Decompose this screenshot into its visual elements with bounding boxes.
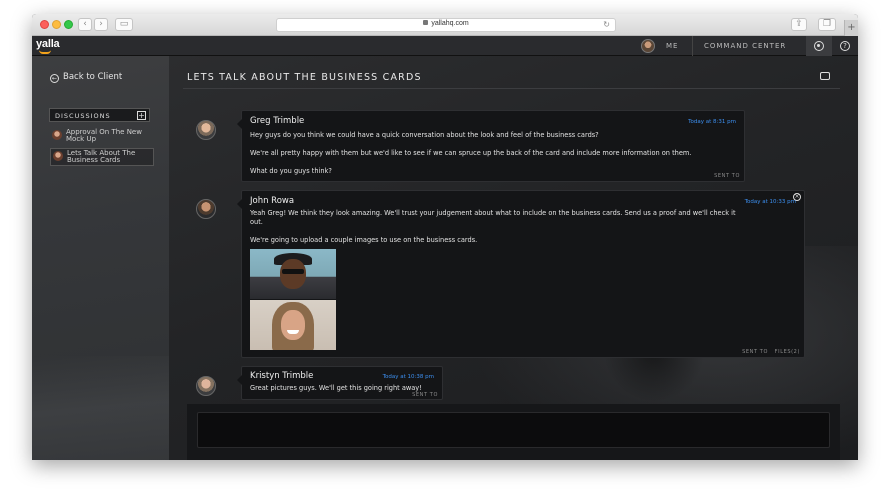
message-text: Yeah Greg! We think they look amazing. W… <box>250 209 736 217</box>
back-to-client-link[interactable]: ← Back to Client <box>50 72 122 83</box>
sidebar-toggle-icon[interactable]: ▭ <box>115 18 133 31</box>
yalla-logo[interactable]: yalla <box>36 38 60 50</box>
avatar[interactable] <box>641 39 655 53</box>
sidebar-item-business-cards[interactable]: Lets Talk About The Business Cards <box>50 148 154 166</box>
message-text: out. <box>250 218 263 226</box>
broadcast-icon <box>814 41 824 51</box>
attachment-image[interactable] <box>250 249 336 299</box>
avatar <box>196 120 216 140</box>
minimize-window-button[interactable] <box>52 20 61 29</box>
discussions-header: DISCUSSIONS + <box>49 108 150 122</box>
message-timestamp: Today at 10:38 pm <box>382 374 434 380</box>
forward-arrow-icon[interactable]: › <box>94 18 108 31</box>
browser-toolbar: ‹ › ▭ yallahq.com ↻ ⇪ ❐ + <box>32 14 858 36</box>
message-author: Greg Trimble <box>250 116 305 126</box>
message-timestamp: Today at 10:33 pm <box>744 199 796 205</box>
sent-to-link[interactable]: SENT TO <box>412 392 438 398</box>
page-title: LETS TALK ABOUT THE BUSINESS CARDS <box>187 72 422 83</box>
command-center-link[interactable]: COMMAND CENTER <box>704 42 786 50</box>
discussion-thread: LETS TALK ABOUT THE BUSINESS CARDS Greg … <box>169 56 858 460</box>
sent-to-link[interactable]: SENT TO <box>714 173 740 179</box>
reply-input[interactable] <box>197 412 830 448</box>
background-photo-snow <box>32 356 169 460</box>
message-text: We're all pretty happy with them but we'… <box>250 149 692 157</box>
sent-to-link[interactable]: SENT TO <box>742 349 768 355</box>
sidebar-item-label: Approval On The New Mock Up <box>66 128 142 143</box>
share-icon[interactable]: ⇪ <box>791 18 807 31</box>
reload-icon[interactable]: ↻ <box>603 20 610 29</box>
message-text: Great pictures guys. We'll get this goin… <box>250 384 422 392</box>
attachment-image[interactable] <box>250 300 336 350</box>
address-bar[interactable]: yallahq.com ↻ <box>276 18 616 32</box>
add-discussion-icon[interactable]: + <box>137 111 146 120</box>
arrow-left-circle-icon: ← <box>50 74 59 83</box>
broadcast-button[interactable] <box>806 36 832 56</box>
url-text: yallahq.com <box>431 20 469 27</box>
me-link[interactable]: ME <box>666 42 678 50</box>
avatar <box>196 199 216 219</box>
new-tab-button[interactable]: + <box>844 20 858 36</box>
avatar <box>52 130 62 140</box>
zoom-window-button[interactable] <box>64 20 73 29</box>
discussions-label: DISCUSSIONS <box>55 112 111 120</box>
sidebar-item-label: Lets Talk About The Business Cards <box>67 149 136 164</box>
browser-window: ‹ › ▭ yallahq.com ↻ ⇪ ❐ + yalla ME COMMA… <box>32 14 858 460</box>
new-message-icon[interactable] <box>820 72 830 80</box>
app-header: yalla ME COMMAND CENTER ? <box>32 36 858 56</box>
message-text: We're going to upload a couple images to… <box>250 236 478 244</box>
message-text: Hey guys do you think we could have a qu… <box>250 131 599 139</box>
message-author: John Rowa <box>250 196 295 206</box>
message-bubble: Greg Trimble Today at 8:31 pm Hey guys d… <box>237 110 745 182</box>
message-timestamp: Today at 8:31 pm <box>688 119 736 125</box>
avatar <box>196 376 216 396</box>
close-window-button[interactable] <box>40 20 49 29</box>
back-arrow-icon[interactable]: ‹ <box>78 18 92 31</box>
files-link[interactable]: FILES(2) <box>775 349 800 355</box>
avatar <box>53 151 63 161</box>
tabs-overview-icon[interactable]: ❐ <box>818 18 836 31</box>
help-icon[interactable]: ? <box>840 41 850 51</box>
sidebar-item-approval-mock-up[interactable]: Approval On The New Mock Up <box>50 128 154 146</box>
sidebar: ← Back to Client DISCUSSIONS + Approval O… <box>32 56 169 460</box>
message-author: Kristyn Trimble <box>250 371 314 381</box>
divider <box>692 36 693 56</box>
message-bubble: Kristyn Trimble Today at 10:38 pm Great … <box>237 366 443 400</box>
back-to-client-label: Back to Client <box>63 72 123 82</box>
logo-smile-mark <box>39 50 51 54</box>
divider <box>183 88 840 89</box>
message-bubble: × John Rowa Today at 10:33 pm Yeah Greg!… <box>237 190 805 358</box>
lock-icon <box>423 20 429 25</box>
reply-composer <box>187 404 840 460</box>
message-text: What do you guys think? <box>250 167 332 175</box>
